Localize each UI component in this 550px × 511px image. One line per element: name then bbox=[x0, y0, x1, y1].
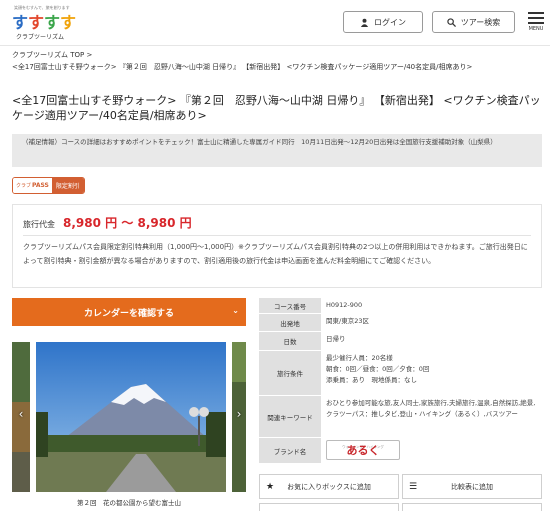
detail-label: 旅行条件 bbox=[259, 351, 321, 395]
breadcrumb-current: <全17回富士山すそ野ウォーク> 『第２回 忍野八海～山中湖 日帰り』 【新宿出… bbox=[12, 63, 473, 71]
photo-carousel[interactable]: ‹ › bbox=[12, 342, 246, 494]
carousel-prev-arrow-icon[interactable]: ‹ bbox=[14, 404, 28, 424]
detail-row-keywords: 関連キーワード おひとり参加可能な旅,友人同士,家族旅行,夫婦旅行,温泉,自然探… bbox=[259, 396, 542, 438]
detail-label: ブランド名 bbox=[259, 438, 321, 463]
search-icon bbox=[447, 17, 456, 27]
breadcrumb-home-link[interactable]: クラブツーリズム TOP bbox=[12, 51, 84, 59]
detail-label: 日数 bbox=[259, 332, 321, 350]
detail-value: 最少催行人員：20名様 朝食：0回／昼食：0回／夕食：0回 添乗員：あり 現地係… bbox=[326, 354, 430, 384]
login-button[interactable]: ログイン bbox=[343, 11, 423, 33]
login-label: ログイン bbox=[374, 17, 406, 27]
add-to-favorites-button[interactable]: ★ お気に入りボックスに追加 bbox=[259, 474, 399, 499]
detail-value: ウォーキング・ハイキング あるく bbox=[321, 438, 542, 463]
add-to-favorites-label: お気に入りボックスに追加 bbox=[287, 482, 371, 491]
carousel-next-arrow-icon[interactable]: › bbox=[232, 404, 246, 424]
check-calendar-label: カレンダーを確認する bbox=[83, 308, 174, 319]
menu-label: MENU bbox=[528, 26, 544, 32]
menu-button[interactable]: MENU bbox=[525, 12, 547, 36]
detail-value: H0912-900 bbox=[326, 301, 363, 309]
action-button-partial[interactable] bbox=[259, 503, 399, 511]
tour-search-button[interactable]: ツアー検索 bbox=[432, 11, 515, 33]
club-tourism-logo[interactable]: 笑顔をむすんで、旅を創ります す す す す クラブツーリズム bbox=[10, 5, 80, 41]
check-calendar-button[interactable]: カレンダーを確認する ⌄ bbox=[12, 298, 246, 326]
site-header: 笑顔をむすんで、旅を創ります す す す す クラブツーリズム ログイン ツアー… bbox=[0, 0, 550, 46]
price-label: 旅行代金 bbox=[23, 220, 55, 229]
detail-row-days: 日数 日帰り bbox=[259, 332, 542, 351]
price-note: クラブツーリズムパス会員限定割引特典利用（1,000円～1,000円）※クラブツ… bbox=[23, 243, 528, 265]
detail-label: 関連キーワード bbox=[259, 396, 321, 437]
detail-value: 日帰り bbox=[326, 335, 346, 343]
tour-search-label: ツアー検索 bbox=[460, 17, 501, 27]
price-value: 8,980 円 ～ 8,980 円 bbox=[63, 216, 192, 230]
breadcrumb-separator: > bbox=[86, 51, 93, 59]
fuji-photo bbox=[36, 342, 226, 492]
page-title: <全17回富士山すそ野ウォーク> 『第２回 忍野八海～山中湖 日帰り』 【新宿出… bbox=[12, 94, 541, 122]
action-button-partial[interactable] bbox=[402, 503, 542, 511]
svg-text:す: す bbox=[44, 13, 60, 31]
tour-detail-table: コース番号 H0912-900 出発地 関東/東京23区 日数 日帰り 旅行条件… bbox=[259, 298, 542, 464]
brand-logo[interactable]: ウォーキング・ハイキング あるく bbox=[326, 440, 400, 460]
pass-discount-badge: クラブ PASS 限定割引 bbox=[12, 177, 85, 194]
photo-caption: 第２回 花の都公園から望む富士山 bbox=[77, 499, 181, 507]
logo-figures-icon: す す す す bbox=[12, 13, 76, 31]
star-icon: ★ bbox=[265, 481, 275, 492]
detail-label: コース番号 bbox=[259, 298, 321, 313]
svg-text:す: す bbox=[12, 13, 28, 31]
detail-row-departure: 出発地 関東/東京23区 bbox=[259, 314, 542, 332]
logo-tagline: 笑顔をむすんで、旅を創ります bbox=[14, 5, 70, 10]
detail-row-course-number: コース番号 H0912-900 bbox=[259, 298, 542, 314]
detail-row-brand: ブランド名 ウォーキング・ハイキング あるく bbox=[259, 438, 542, 464]
detail-label: 出発地 bbox=[259, 314, 321, 331]
price-box: 旅行代金 8,980 円 ～ 8,980 円 クラブツーリズムパス会員限定割引特… bbox=[12, 204, 542, 288]
list-icon: ☰ bbox=[408, 481, 418, 492]
add-to-compare-label: 比較表に追加 bbox=[451, 482, 493, 491]
pass-discount-label: 限定割引 bbox=[51, 178, 84, 193]
svg-text:す: す bbox=[60, 13, 76, 31]
brand-logo-name: あるく bbox=[346, 444, 380, 457]
detail-value: 関東/東京23区 bbox=[326, 317, 369, 325]
detail-value: おひとり参加可能な旅,友人同士,家族旅行,夫婦旅行,温泉,自然探訪,絶景,クラツ… bbox=[326, 399, 536, 418]
chevron-down-icon: ⌄ bbox=[232, 306, 239, 315]
svg-text:す: す bbox=[28, 13, 44, 31]
user-icon bbox=[360, 18, 369, 27]
supplementary-info-text: （補足情報）コースの詳細はおすすめポイントをチェック！富士山に精通した専属ガイド… bbox=[22, 138, 497, 146]
logo-text: クラブツーリズム bbox=[16, 34, 65, 41]
breadcrumb: クラブツーリズム TOP > <全17回富士山すそ野ウォーク> 『第２回 忍野八… bbox=[12, 49, 542, 73]
detail-row-conditions: 旅行条件 最少催行人員：20名様 朝食：0回／昼食：0回／夕食：0回 添乗員：あ… bbox=[259, 351, 542, 396]
price-divider bbox=[23, 235, 531, 236]
hamburger-icon bbox=[528, 12, 544, 24]
pass-logo: クラブ PASS bbox=[13, 178, 52, 193]
supplementary-info-box: （補足情報）コースの詳細はおすすめポイントをチェック！富士山に精通した専属ガイド… bbox=[12, 134, 542, 167]
add-to-compare-button[interactable]: ☰ 比較表に追加 bbox=[402, 474, 542, 499]
